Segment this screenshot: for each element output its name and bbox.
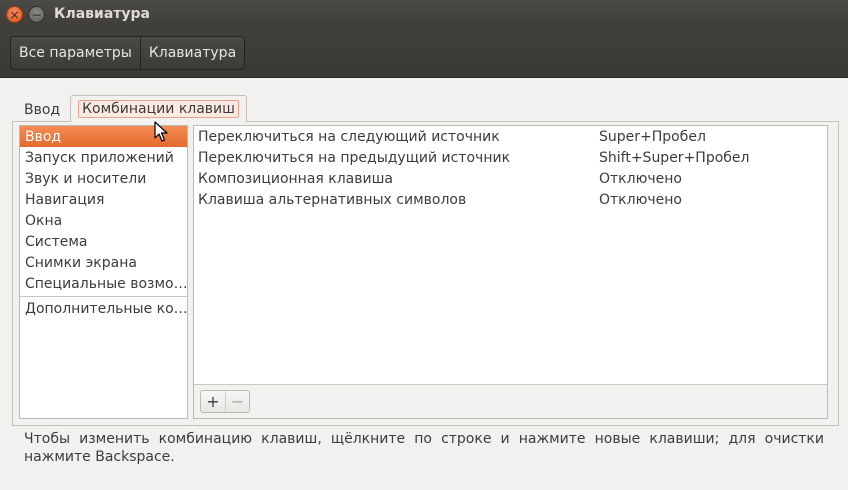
shortcut-key: Отключено <box>599 191 682 208</box>
title-bar[interactable]: × − Клавиатура <box>0 0 848 30</box>
category-item-navigation[interactable]: Навигация <box>20 189 187 210</box>
shortcut-key: Super+Пробел <box>599 128 706 145</box>
help-text: Чтобы изменить комбинацию клавиш, щёлкни… <box>24 431 824 465</box>
shortcut-area: Переключиться на следующий источник Supe… <box>193 125 828 419</box>
table-row[interactable]: Переключиться на предыдущий источник Shi… <box>194 147 827 168</box>
category-item-windows[interactable]: Окна <box>20 210 187 231</box>
list-button-group: + − <box>200 390 250 413</box>
shortcut-name: Композиционная клавиша <box>198 170 394 187</box>
mouse-pointer-icon <box>154 121 168 142</box>
minimize-icon[interactable]: − <box>28 6 45 23</box>
category-list: Ввод Запуск приложений Звук и носители Н… <box>19 125 188 419</box>
close-icon[interactable]: × <box>6 6 23 23</box>
tab-label: Ввод <box>24 102 61 118</box>
tab-bar: Ввод Комбинации клавиш <box>17 95 247 122</box>
tab-shortcuts[interactable]: Комбинации клавиш <box>70 95 247 122</box>
shortcut-name: Клавиша альтернативных символов <box>198 191 467 208</box>
breadcrumb: Все параметры Клавиатура <box>10 36 246 70</box>
shortcut-key: Отключено <box>599 170 682 187</box>
shortcut-name: Переключиться на предыдущий источник <box>198 149 511 166</box>
shortcut-key: Shift+Super+Пробел <box>599 149 750 166</box>
shortcut-list: Переключиться на следующий источник Supe… <box>194 126 827 385</box>
category-item-custom[interactable]: Дополнительные ко… <box>20 298 187 319</box>
category-item-launchers[interactable]: Запуск приложений <box>20 147 187 168</box>
toolbar: Все параметры Клавиатура <box>0 30 848 78</box>
category-item-accessibility[interactable]: Специальные возмо… <box>20 273 187 294</box>
breadcrumb-all-settings[interactable]: Все параметры <box>11 37 140 69</box>
tab-input[interactable]: Ввод <box>17 98 67 122</box>
table-row[interactable]: Переключиться на следующий источник Supe… <box>194 126 827 147</box>
category-item-system[interactable]: Система <box>20 231 187 252</box>
add-shortcut-button[interactable]: + <box>201 391 225 412</box>
table-row[interactable]: Клавиша альтернативных символов Отключен… <box>194 189 827 210</box>
breadcrumb-keyboard[interactable]: Клавиатура <box>139 37 244 69</box>
category-divider <box>20 296 187 297</box>
window-title: Клавиатура <box>54 6 150 22</box>
shortcut-name: Переключиться на следующий источник <box>198 128 500 145</box>
category-item-screenshots[interactable]: Снимки экрана <box>20 252 187 273</box>
keyboard-settings-window: × − Клавиатура Все параметры Клавиатура … <box>0 0 848 490</box>
remove-shortcut-button[interactable]: − <box>225 391 249 412</box>
tab-label: Комбинации клавиш <box>78 100 239 118</box>
table-row[interactable]: Композиционная клавиша Отключено <box>194 168 827 189</box>
category-item-sound-media[interactable]: Звук и носители <box>20 168 187 189</box>
